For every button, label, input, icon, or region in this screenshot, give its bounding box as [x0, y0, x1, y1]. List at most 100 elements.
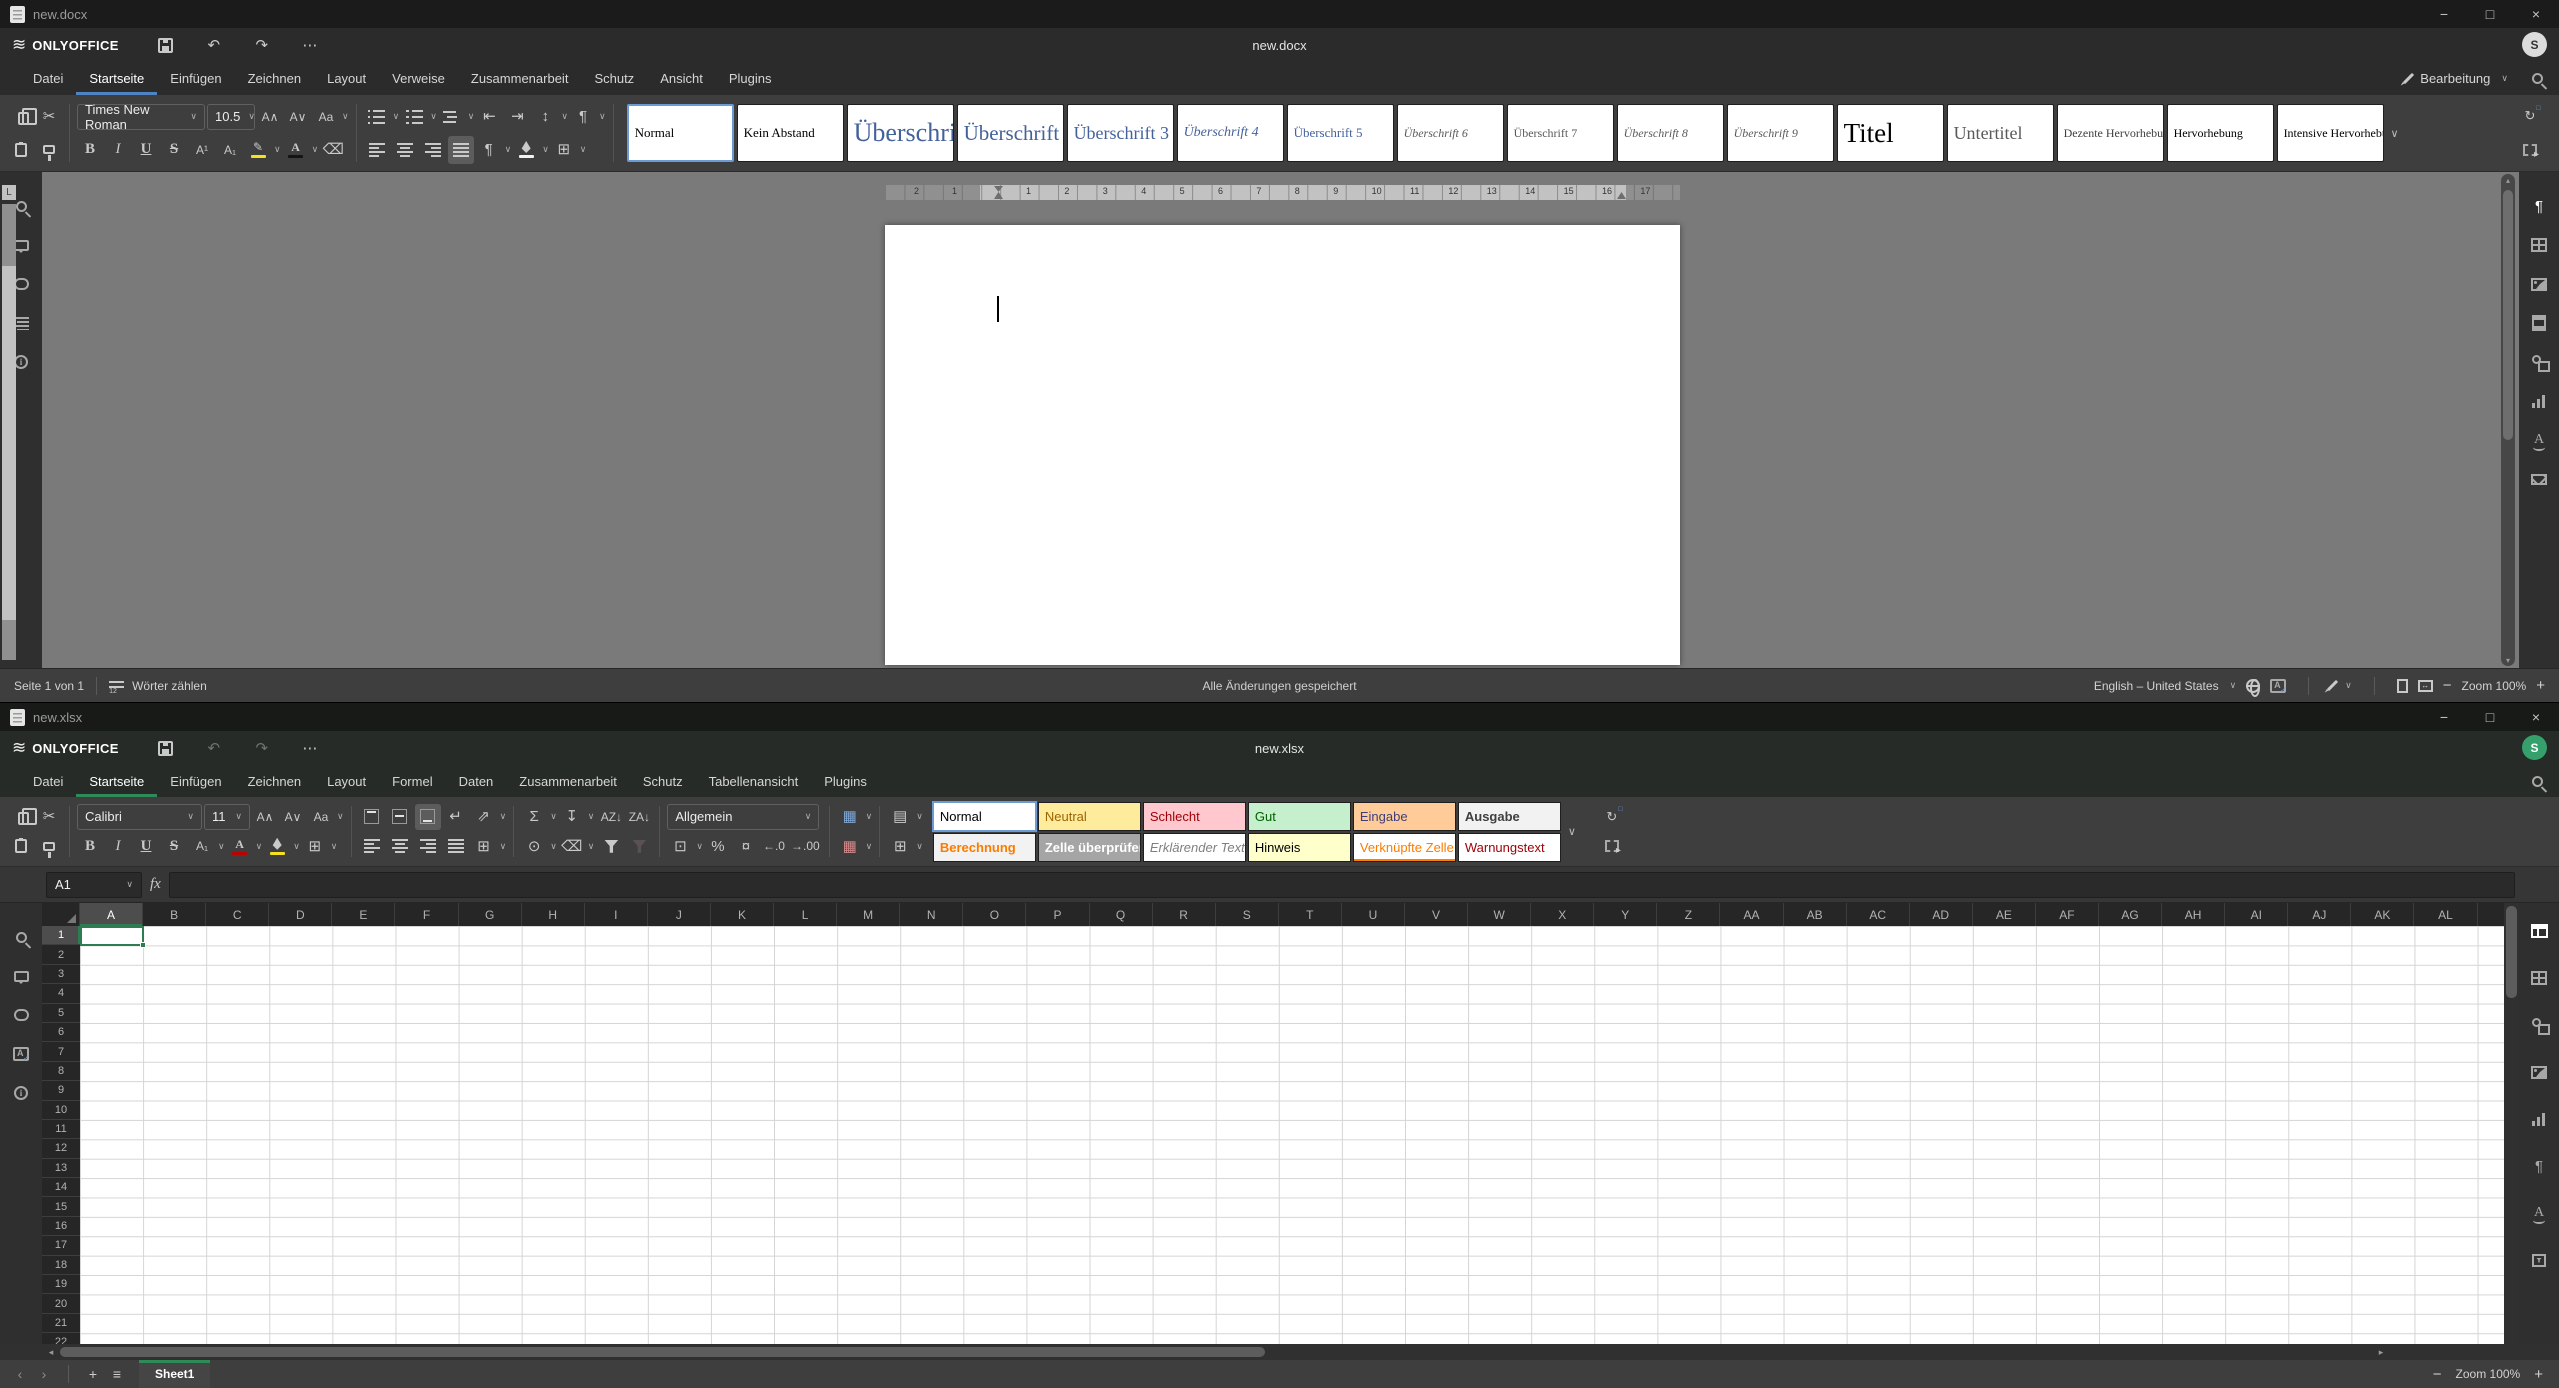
- replace-icon[interactable]: ↻: [2525, 108, 2536, 124]
- column-header-f[interactable]: F: [395, 903, 458, 926]
- row-header-9[interactable]: 9: [42, 1081, 80, 1100]
- doc-vertical-scrollbar[interactable]: ▴ ▾: [2501, 174, 2515, 666]
- line-spacing-icon[interactable]: ↕: [532, 103, 558, 131]
- shape-settings-icon[interactable]: [2532, 1018, 2541, 1027]
- undo-button[interactable]: ↶: [197, 735, 231, 761]
- bullet-list-icon[interactable]: [368, 110, 385, 124]
- paste-icon[interactable]: [15, 143, 27, 157]
- zoom-level[interactable]: Zoom 100%: [2462, 679, 2527, 693]
- row-header-15[interactable]: 15: [42, 1197, 80, 1216]
- named-ranges-icon[interactable]: ⊙: [521, 833, 547, 859]
- insert-function-icon[interactable]: fx: [150, 876, 161, 893]
- percent-style-icon[interactable]: %: [705, 833, 731, 859]
- superscript-button[interactable]: A¹: [189, 136, 215, 164]
- cell-style-hinweis[interactable]: Hinweis: [1248, 833, 1351, 862]
- cell-style-berechnung[interactable]: Berechnung: [933, 833, 1036, 862]
- tab-einfügen[interactable]: Einfügen: [157, 765, 234, 797]
- tab-formel[interactable]: Formel: [379, 765, 445, 797]
- row-header-14[interactable]: 14: [42, 1178, 80, 1197]
- column-header-aa[interactable]: AA: [1720, 903, 1783, 926]
- numbered-list-icon[interactable]: [406, 110, 423, 124]
- about-panel-icon[interactable]: [14, 355, 28, 369]
- multilevel-list-icon[interactable]: [443, 110, 460, 124]
- align-justify-icon[interactable]: [448, 839, 464, 853]
- column-header-al[interactable]: AL: [2414, 903, 2477, 926]
- quick-access-more-button[interactable]: ⋯: [293, 735, 327, 761]
- tab-schutz[interactable]: Schutz: [581, 62, 647, 95]
- row-header-21[interactable]: 21: [42, 1314, 80, 1333]
- horizontal-ruler[interactable]: 211234567891011121314151617: [886, 185, 1680, 200]
- table-settings-icon[interactable]: [2531, 238, 2547, 252]
- increase-decimal-icon[interactable]: →.00: [789, 833, 822, 859]
- maximize-button[interactable]: □: [2467, 703, 2513, 731]
- sheet-tab-sheet1[interactable]: Sheet1: [139, 1360, 210, 1388]
- cell-style-normal[interactable]: Normal: [933, 802, 1036, 831]
- hscroll-thumb[interactable]: [60, 1347, 1265, 1357]
- increase-font-icon[interactable]: A∧: [257, 103, 283, 131]
- tab-stop-selector[interactable]: L: [2, 185, 16, 200]
- vertical-ruler[interactable]: [2, 204, 16, 660]
- column-header-af[interactable]: AF: [2036, 903, 2099, 926]
- zoom-in-button[interactable]: +: [2534, 1367, 2543, 1382]
- tab-zeichnen[interactable]: Zeichnen: [235, 765, 314, 797]
- column-header-e[interactable]: E: [332, 903, 395, 926]
- tab-datei[interactable]: Datei: [20, 62, 76, 95]
- zoom-out-button[interactable]: −: [2433, 1367, 2442, 1382]
- format-painter-icon[interactable]: [43, 145, 55, 154]
- column-header-ad[interactable]: AD: [1910, 903, 1973, 926]
- shape-settings-icon[interactable]: [2532, 355, 2541, 364]
- header-footer-settings-icon[interactable]: [2532, 315, 2546, 331]
- align-middle-icon[interactable]: [392, 809, 407, 824]
- document-page[interactable]: [885, 225, 1680, 665]
- filter-icon[interactable]: [604, 840, 618, 853]
- column-header-q[interactable]: Q: [1090, 903, 1153, 926]
- select-all-corner[interactable]: [42, 903, 80, 926]
- style-überschrift-8[interactable]: Überschrift 8: [1617, 104, 1724, 162]
- decrease-font-icon[interactable]: A∨: [285, 103, 311, 131]
- column-header-m[interactable]: M: [837, 903, 900, 926]
- image-settings-icon[interactable]: [2531, 1066, 2547, 1079]
- row-header-17[interactable]: 17: [42, 1236, 80, 1255]
- align-justify-icon[interactable]: [453, 143, 469, 157]
- word-count-label[interactable]: Wörter zählen: [132, 679, 207, 693]
- italic-button[interactable]: I: [105, 136, 131, 164]
- replace-icon[interactable]: ↻: [1606, 809, 1617, 825]
- cut-icon[interactable]: ✂: [36, 804, 62, 830]
- copy-icon[interactable]: [18, 812, 29, 825]
- close-button[interactable]: ×: [2513, 0, 2559, 28]
- style-gallery-more-button[interactable]: ∨: [2384, 99, 2406, 167]
- row-header-3[interactable]: 3: [42, 965, 80, 984]
- next-sheet-icon[interactable]: ›: [32, 1362, 56, 1386]
- style-intensive-hervorhebung[interactable]: Intensive Hervorhebung: [2277, 104, 2384, 162]
- paragraph-settings-icon[interactable]: ¶: [2529, 1156, 2549, 1176]
- highlight-color-button[interactable]: ✎: [245, 136, 271, 164]
- find-panel-icon[interactable]: [16, 201, 27, 212]
- align-center-icon[interactable]: [397, 143, 413, 157]
- zoom-out-button[interactable]: −: [2443, 678, 2452, 693]
- column-header-x[interactable]: X: [1531, 903, 1594, 926]
- textart-settings-icon[interactable]: A: [2534, 433, 2544, 447]
- delete-cells-icon[interactable]: ▦: [837, 833, 863, 859]
- select-all-icon[interactable]: [2523, 144, 2537, 156]
- column-header-s[interactable]: S: [1216, 903, 1279, 926]
- style-titel[interactable]: Titel: [1837, 104, 1944, 162]
- tab-verweise[interactable]: Verweise: [379, 62, 458, 95]
- tab-startseite[interactable]: Startseite: [76, 765, 157, 797]
- style-überschrift-9[interactable]: Überschrift 9: [1727, 104, 1834, 162]
- select-range-icon[interactable]: [1605, 840, 1619, 852]
- fill-color-button[interactable]: [264, 833, 290, 859]
- decrease-font-icon[interactable]: A∨: [280, 804, 306, 830]
- tab-plugins[interactable]: Plugins: [811, 765, 880, 797]
- undo-button[interactable]: ↶: [197, 32, 231, 58]
- style-überschrift-1[interactable]: Überschrift 1: [847, 104, 954, 162]
- column-header-r[interactable]: R: [1153, 903, 1216, 926]
- table-settings-icon[interactable]: [2531, 971, 2547, 985]
- fill-handle[interactable]: [140, 942, 146, 948]
- style-dezente-hervorhebung[interactable]: Dezente Hervorhebung: [2057, 104, 2164, 162]
- change-case-icon[interactable]: Aa: [313, 103, 339, 131]
- copy-icon[interactable]: [18, 112, 29, 125]
- column-header-t[interactable]: T: [1279, 903, 1342, 926]
- spellcheck-icon[interactable]: [2270, 679, 2286, 693]
- sort-descending-icon[interactable]: ZA↓: [626, 804, 652, 830]
- cell-settings-icon[interactable]: [2531, 924, 2548, 938]
